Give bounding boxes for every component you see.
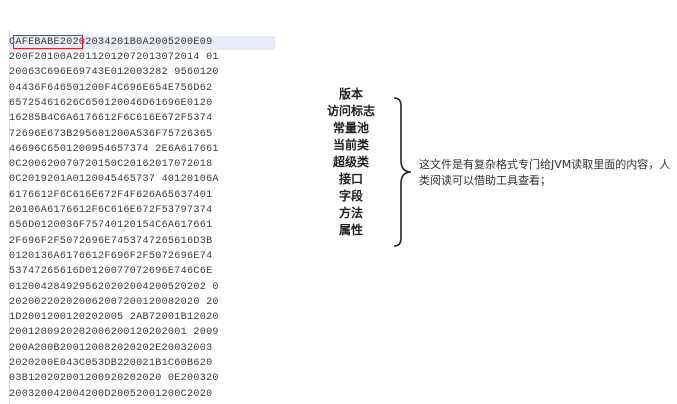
hex-line: 53747265616D0120077072696E746C6E (9, 266, 213, 278)
hex-line: 0C2019201A0120045465737 40120106A (9, 174, 219, 186)
hex-line: 200F20100A20112012072013072014 01 (9, 52, 219, 63)
hex-line: 72696E673B295601200A536F75726365 (9, 128, 213, 140)
hex-line: 2F696F2F5072696E7453747265616D3B (9, 235, 213, 247)
hex-line: 0120042849295620202004200520202 0 (9, 281, 219, 293)
hex-line: 0C200620070720150C20162017072018 (9, 159, 213, 171)
hex-line: 1D2001200120202005 2AB72001B12020 (9, 312, 219, 324)
hex-line: 200A200B200120082020202E20032003 (9, 342, 213, 354)
label-fields: 字段 (338, 189, 363, 203)
label-attributes: 属性 (338, 223, 363, 237)
hex-line: 04436F646501200F4C696E654E756D62 (9, 82, 213, 94)
magic-number-highlight (13, 35, 83, 49)
class-structure-labels: 版本 访问标志 常量池 当前类 超级类 接口 字段 方法 属性 (312, 86, 390, 239)
label-constant-pool: 常量池 (332, 121, 369, 135)
hex-line: 46696C6501200954657374 2E6A617661 (9, 143, 219, 155)
label-this-class: 当前类 (332, 138, 369, 152)
hex-line: 0120136A6176612F696F2F5072696E74 (9, 250, 213, 262)
hex-line: 2020200E043C053DB220021B1C60B620 (9, 358, 213, 369)
hex-line: 656D0120036F75740120154C6A617661 (9, 220, 213, 232)
hex-line: 03B120202001200920202020 0E200320 (9, 373, 219, 385)
label-interfaces: 接口 (338, 172, 363, 186)
hex-line: 65725461626C650120046D61696E0120 (9, 97, 213, 109)
hex-line: 2001200920202006200120202001 2009 (9, 327, 219, 339)
label-version: 版本 (338, 87, 363, 101)
hex-line: 20106A6176612F6C616E672F53797374 (9, 205, 213, 216)
hex-line: 202002202020062007200120082020 20 (9, 296, 219, 308)
label-access-flags: 访问标志 (326, 104, 375, 118)
curly-brace-icon (393, 97, 412, 247)
label-methods: 方法 (338, 206, 363, 220)
hex-line: 16285B4C6A6176612F6C616E672F5374 (9, 113, 213, 125)
hex-line: 20063C696E69743E012003282 9560120 (9, 67, 219, 79)
hex-line: 200320042004200D20052001200C2020 (9, 388, 213, 400)
explanation-note: 这文件是有复杂格式专门给JVM读取里面的内容，人类阅读可以借助工具查看； (419, 158, 671, 187)
label-super-class: 超级类 (332, 155, 369, 169)
hex-line: 6176612F6C616E672F4F626A65637401 (9, 189, 213, 201)
